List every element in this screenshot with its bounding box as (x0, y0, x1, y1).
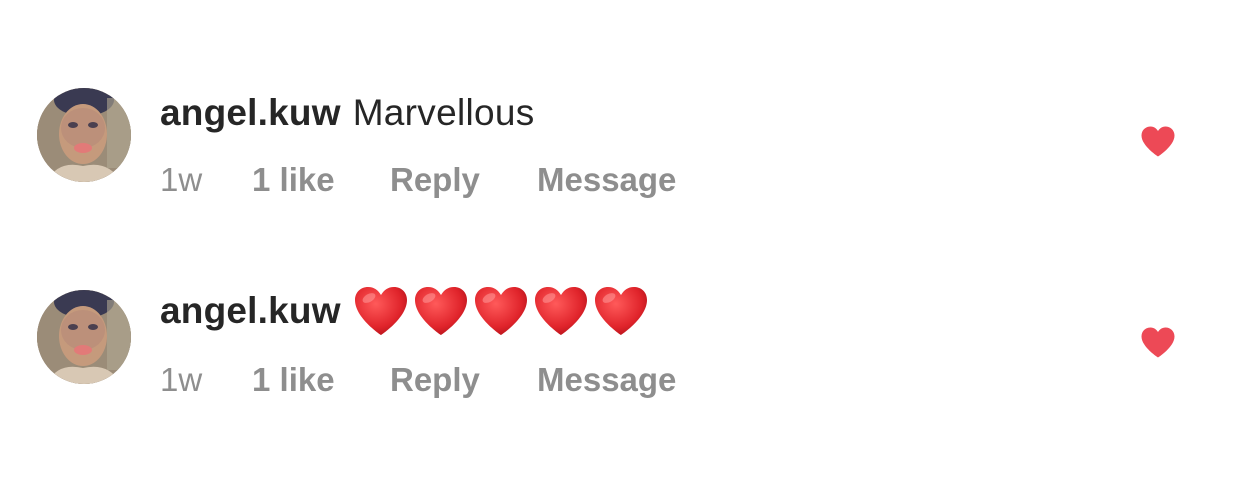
comment-meta: 1w 1 like Reply Message (160, 160, 676, 200)
avatar[interactable] (37, 290, 131, 384)
reply-button[interactable]: Reply (390, 161, 537, 199)
comment-line: angel.kuw Marvellous (160, 88, 676, 138)
red-heart-emoji-icon (473, 285, 529, 337)
red-heart-emoji-icon (593, 285, 649, 337)
comment-time: 1w (160, 361, 203, 398)
like-button[interactable] (1140, 326, 1176, 359)
comment-item: angel.kuw Marvellous 1w 1 like Reply Mes… (0, 88, 1242, 228)
red-heart-emoji-icon (533, 285, 589, 337)
message-button[interactable]: Message (537, 361, 676, 399)
red-heart-emoji-icon (353, 285, 409, 337)
heart-filled-icon (1141, 126, 1175, 157)
comment-likes-count[interactable]: 1 like (252, 161, 390, 199)
like-button[interactable] (1140, 125, 1176, 158)
message-button[interactable]: Message (537, 161, 676, 199)
red-heart-emoji-icon (413, 285, 469, 337)
comment-body: angel.kuw 1w 1 like Reply Message (160, 287, 676, 400)
comment-text (353, 286, 649, 336)
heart-filled-icon (1141, 327, 1175, 358)
avatar-image (37, 88, 131, 182)
avatar[interactable] (37, 88, 131, 182)
comment-meta: 1w 1 like Reply Message (160, 360, 676, 400)
comment-likes-count[interactable]: 1 like (252, 361, 390, 399)
avatar-image (37, 290, 131, 384)
comment-time: 1w (160, 161, 203, 198)
reply-button[interactable]: Reply (390, 361, 537, 399)
comment-body: angel.kuw Marvellous 1w 1 like Reply Mes… (160, 88, 676, 200)
comment-item: angel.kuw 1w 1 like Reply Message (0, 287, 1242, 430)
comment-text: Marvellous (352, 92, 535, 133)
comment-line: angel.kuw (160, 286, 676, 336)
comment-username[interactable]: angel.kuw (160, 91, 341, 135)
comment-username[interactable]: angel.kuw (160, 289, 341, 333)
